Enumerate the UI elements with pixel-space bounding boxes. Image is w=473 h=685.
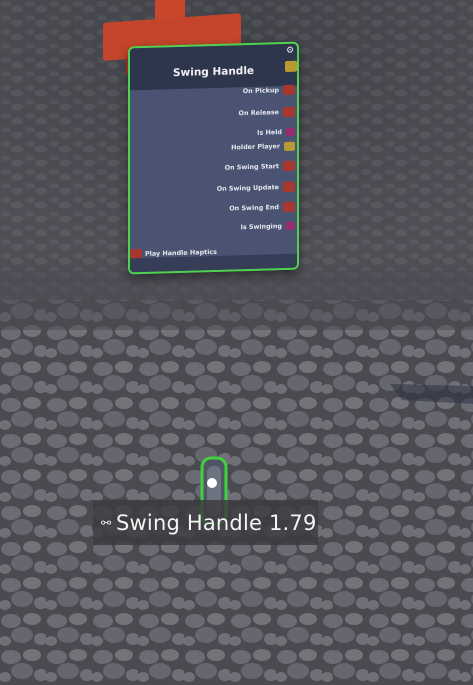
output-label: On Release (238, 108, 279, 118)
output-label: On Pickup (242, 86, 279, 96)
link-icon: ⚯ (100, 515, 112, 530)
output-on-pickup[interactable]: On Pickup (243, 84, 295, 97)
handle-pivot-dot (207, 478, 217, 488)
output-is-held[interactable]: Is Held (257, 126, 295, 139)
trigger-port-icon[interactable] (283, 181, 295, 193)
swing-handle-node[interactable]: ⚙ Swing Handle On Pickup On Release Is H… (128, 41, 299, 275)
output-on-release[interactable]: On Release (239, 106, 295, 120)
output-label: On Swing Update (216, 183, 279, 193)
output-label: Is Held (257, 128, 282, 137)
output-label: On Swing Start (224, 162, 279, 172)
output-label: Is Swinging (240, 222, 282, 232)
output-on-swing-update[interactable]: On Swing Update (217, 181, 295, 195)
object-name-label: ⚯ Swing Handle 1.79 (93, 500, 318, 545)
bool-port-icon[interactable] (286, 127, 295, 136)
object-port-icon[interactable] (284, 141, 295, 151)
output-label: Holder Player (231, 142, 280, 152)
output-label: On Swing End (229, 203, 279, 213)
bool-port-icon[interactable] (286, 221, 295, 230)
ground-near (0, 300, 473, 685)
output-on-swing-start[interactable]: On Swing Start (225, 160, 295, 174)
trigger-port-icon[interactable] (283, 84, 295, 96)
output-is-swinging[interactable]: Is Swinging (240, 220, 295, 234)
trigger-port-icon[interactable] (283, 106, 295, 118)
trigger-port-icon[interactable] (283, 160, 295, 172)
output-on-swing-end[interactable]: On Swing End (229, 201, 295, 215)
trigger-port-icon[interactable] (283, 201, 295, 213)
node-output-port[interactable] (285, 60, 297, 73)
output-holder-player[interactable]: Holder Player (231, 140, 295, 154)
ground-blend (0, 270, 473, 330)
object-name-text: Swing Handle 1.79 (116, 510, 317, 535)
gear-icon[interactable]: ⚙ (285, 46, 295, 56)
